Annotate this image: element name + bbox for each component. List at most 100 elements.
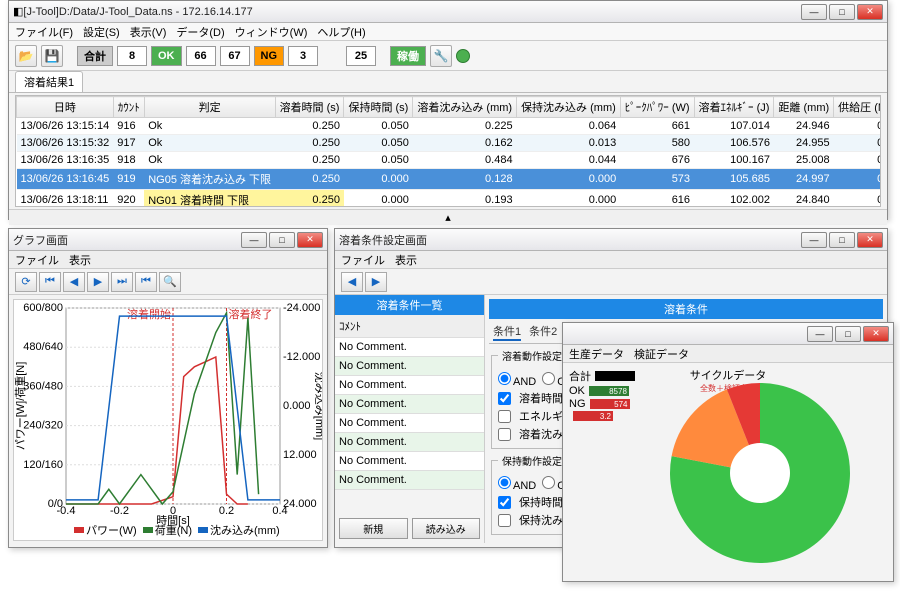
prev-icon[interactable]: ◀ bbox=[63, 272, 85, 292]
weld-legend: 溶着動作設定 bbox=[498, 348, 566, 363]
graph-menu-file[interactable]: ファイル bbox=[15, 252, 59, 268]
list-item[interactable]: No Comment. bbox=[335, 433, 484, 452]
main-titlebar: ◧ [J-Tool]D:/Data/J-Tool_Data.ns - 172.1… bbox=[9, 1, 887, 23]
first2-icon[interactable]: ⏮ bbox=[135, 272, 157, 292]
weld-or-radio[interactable] bbox=[542, 372, 555, 385]
cond-title: 溶着条件設定画面 bbox=[339, 232, 799, 248]
pie-titlebar: — □ ✕ bbox=[563, 323, 893, 345]
grid-expander[interactable]: ▴ bbox=[9, 209, 887, 225]
results-grid[interactable]: 日時ｶｳﾝﾄ判定溶着時間 (s)保持時間 (s)溶着沈み込み (mm)保持沈み込… bbox=[15, 95, 881, 207]
list-item[interactable]: No Comment. bbox=[335, 338, 484, 357]
menu-help[interactable]: ヘルプ(H) bbox=[317, 24, 365, 40]
svg-text:480/640: 480/640 bbox=[23, 341, 63, 353]
pie-tab-verify[interactable]: 検証データ bbox=[634, 346, 689, 362]
main-title: [J-Tool]D:/Data/J-Tool_Data.ns - 172.16.… bbox=[23, 6, 799, 18]
weld-and-radio[interactable] bbox=[498, 372, 511, 385]
load-button[interactable]: 読み込み bbox=[412, 518, 481, 539]
table-row[interactable]: 13/06/26 13:15:14916Ok0.2500.0500.2250.0… bbox=[17, 118, 882, 135]
menu-data[interactable]: データ(D) bbox=[176, 24, 224, 40]
svg-text:溶着開始: 溶着開始 bbox=[127, 307, 171, 321]
list-item[interactable]: No Comment. bbox=[335, 357, 484, 376]
table-row[interactable]: 13/06/26 13:18:11920NG01 溶着時間 下限0.2500.0… bbox=[17, 190, 882, 208]
col-header[interactable]: ｶｳﾝﾄ bbox=[113, 97, 144, 118]
menu-settings[interactable]: 設定(S) bbox=[83, 24, 120, 40]
cond-prev-icon[interactable]: ◀ bbox=[341, 272, 363, 292]
menubar: ファイル(F) 設定(S) 表示(V) データ(D) ウィンドウ(W) ヘルプ(… bbox=[9, 23, 887, 41]
count-ok2: 67 bbox=[220, 46, 250, 66]
cond-menu-view[interactable]: 表示 bbox=[395, 252, 417, 268]
pie-max-button[interactable]: □ bbox=[835, 326, 861, 342]
list-item[interactable]: No Comment. bbox=[335, 452, 484, 471]
list-item[interactable]: No Comment. bbox=[335, 414, 484, 433]
hold-time-check[interactable] bbox=[498, 496, 511, 509]
list-item[interactable]: No Comment. bbox=[335, 376, 484, 395]
pie-min-button[interactable]: — bbox=[807, 326, 833, 342]
col-header[interactable]: 保持時間 (s) bbox=[344, 97, 413, 118]
refresh-icon[interactable]: ⟳ bbox=[15, 272, 37, 292]
list-item[interactable]: No Comment. bbox=[335, 395, 484, 414]
weld-time-check[interactable] bbox=[498, 392, 511, 405]
col-header[interactable]: 溶着沈み込み (mm) bbox=[413, 97, 517, 118]
next-icon[interactable]: ▶ bbox=[87, 272, 109, 292]
svg-text:240/320: 240/320 bbox=[23, 420, 63, 432]
tool-icon[interactable]: 🔧 bbox=[430, 45, 452, 67]
hold-and-radio[interactable] bbox=[498, 476, 511, 489]
count-total: 8 bbox=[117, 46, 147, 66]
col-header[interactable]: 溶着ｴﾈﾙｷﾞｰ (J) bbox=[694, 97, 774, 118]
col-header[interactable]: ﾋﾟｰｸﾊﾟﾜｰ (W) bbox=[620, 97, 694, 118]
graph-menu-view[interactable]: 表示 bbox=[69, 252, 91, 268]
svg-text:-0.4: -0.4 bbox=[57, 505, 76, 517]
graph-window: グラフ画面 — □ ✕ ファイル 表示 ⟳ ⏮ ◀ ▶ ⏭ ⏮ 🔍 600/80… bbox=[8, 228, 328, 548]
graph-max-button[interactable]: □ bbox=[269, 232, 295, 248]
condition-list-header: 溶着条件一覧 bbox=[335, 295, 484, 315]
tab-cond1[interactable]: 条件1 bbox=[493, 323, 521, 341]
energy-check[interactable] bbox=[498, 410, 511, 423]
col-header[interactable]: 供給圧 (MPa) bbox=[834, 97, 881, 118]
open-icon[interactable]: 📂 bbox=[15, 45, 37, 67]
svg-text:沈み込み[mm]: 沈み込み[mm] bbox=[313, 372, 322, 440]
close-button[interactable]: ✕ bbox=[857, 4, 883, 20]
col-header[interactable]: 距離 (mm) bbox=[774, 97, 834, 118]
sink-check[interactable] bbox=[498, 428, 511, 441]
menu-file[interactable]: ファイル(F) bbox=[15, 24, 73, 40]
count-extra: 25 bbox=[346, 46, 376, 66]
pie-tab-prod[interactable]: 生産データ bbox=[569, 346, 624, 362]
col-header[interactable]: 判定 bbox=[144, 97, 275, 118]
minimize-button[interactable]: — bbox=[801, 4, 827, 20]
cond-min-button[interactable]: — bbox=[801, 232, 827, 248]
cond-max-button[interactable]: □ bbox=[829, 232, 855, 248]
tab-results[interactable]: 溶着結果1 bbox=[15, 71, 83, 92]
graph-min-button[interactable]: — bbox=[241, 232, 267, 248]
cond-next-icon[interactable]: ▶ bbox=[365, 272, 387, 292]
hold-sink-check[interactable] bbox=[498, 514, 511, 527]
tab-cond2[interactable]: 条件2 bbox=[529, 323, 557, 341]
col-header[interactable]: 日時 bbox=[17, 97, 114, 118]
hold-legend: 保持動作設定 bbox=[498, 453, 566, 468]
new-button[interactable]: 新規 bbox=[339, 518, 408, 539]
list-item[interactable]: No Comment. bbox=[335, 471, 484, 490]
svg-text:溶着終了: 溶着終了 bbox=[229, 307, 273, 321]
maximize-button[interactable]: □ bbox=[829, 4, 855, 20]
save-icon[interactable]: 💾 bbox=[41, 45, 63, 67]
svg-text:0.000: 0.000 bbox=[283, 400, 311, 412]
run-badge: 稼働 bbox=[390, 46, 426, 66]
hold-or-radio[interactable] bbox=[542, 476, 555, 489]
cond-titlebar: 溶着条件設定画面 — □ ✕ bbox=[335, 229, 887, 251]
menu-window[interactable]: ウィンドウ(W) bbox=[235, 24, 308, 40]
graph-close-button[interactable]: ✕ bbox=[297, 232, 323, 248]
col-header[interactable]: 保持沈み込み (mm) bbox=[517, 97, 621, 118]
table-row[interactable]: 13/06/26 13:16:45919NG05 溶着沈み込み 下限0.2500… bbox=[17, 169, 882, 190]
last-icon[interactable]: ⏭ bbox=[111, 272, 133, 292]
menu-view[interactable]: 表示(V) bbox=[130, 24, 167, 40]
table-row[interactable]: 13/06/26 13:15:32917Ok0.2500.0500.1620.0… bbox=[17, 135, 882, 152]
cond-menu-file[interactable]: ファイル bbox=[341, 252, 385, 268]
cond-close-button[interactable]: ✕ bbox=[857, 232, 883, 248]
count-ng: 3 bbox=[288, 46, 318, 66]
svg-text:パワー[W]/荷重[N]: パワー[W]/荷重[N] bbox=[14, 362, 27, 451]
zoom-icon[interactable]: 🔍 bbox=[159, 272, 181, 292]
col-header[interactable]: 溶着時間 (s) bbox=[275, 97, 344, 118]
pie-close-button[interactable]: ✕ bbox=[863, 326, 889, 342]
svg-text:600/800: 600/800 bbox=[23, 302, 63, 314]
table-row[interactable]: 13/06/26 13:16:35918Ok0.2500.0500.4840.0… bbox=[17, 152, 882, 169]
first-icon[interactable]: ⏮ bbox=[39, 272, 61, 292]
